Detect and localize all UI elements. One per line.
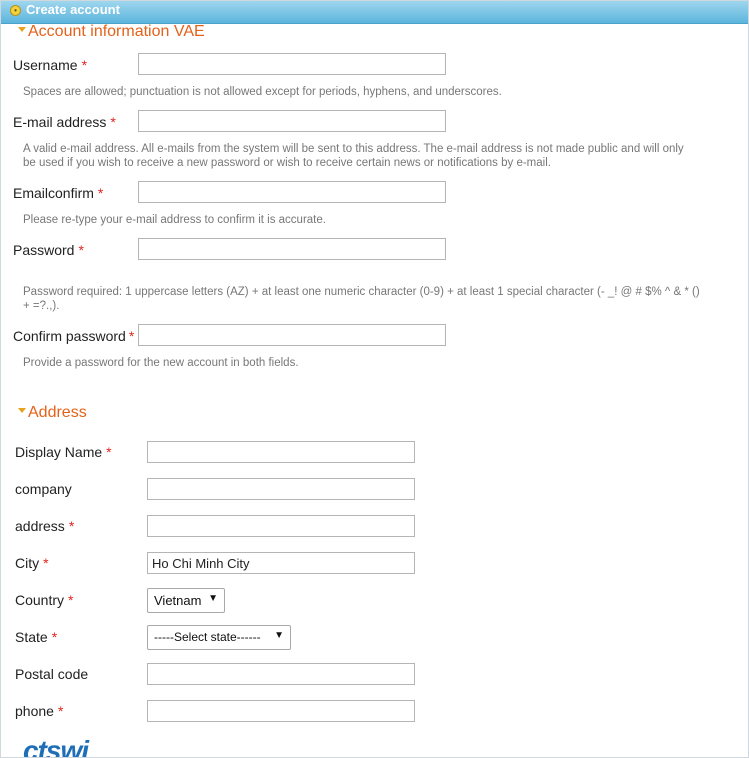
state-selected-value: -----Select state------: [154, 630, 261, 644]
create-account-panel: • Create account Account information VAE…: [0, 0, 749, 758]
password-help-line1: Password required: 1 uppercase letters (…: [23, 286, 700, 298]
address-legend-text: Address: [28, 404, 87, 421]
email-confirm-label: Emailconfirm *: [13, 185, 104, 201]
email-confirm-help: Please re-type your e-mail address to co…: [23, 214, 326, 226]
confirm-password-help: Provide a password for the new account i…: [23, 357, 299, 369]
address-section-legend[interactable]: Address: [18, 404, 87, 422]
display-name-input[interactable]: [147, 441, 415, 463]
triangle-down-icon: [18, 408, 26, 414]
username-help: Spaces are allowed; punctuation is not a…: [23, 86, 502, 98]
password-help-line2: + =?.,).: [23, 300, 60, 312]
address-label: address *: [15, 518, 75, 534]
country-select[interactable]: Vietnam ▼: [147, 588, 225, 613]
address-input[interactable]: [147, 515, 415, 537]
confirm-password-label: Confirm password *: [13, 328, 135, 344]
caret-down-icon: ▼: [274, 630, 284, 641]
account-legend-text: Account information VAE: [28, 23, 205, 40]
display-name-label: Display Name *: [15, 444, 112, 460]
email-help-line2: be used if you wish to receive a new pas…: [23, 157, 551, 169]
captcha-logo: ctswi: [23, 735, 89, 758]
state-select[interactable]: -----Select state------ ▼: [147, 625, 291, 650]
username-input[interactable]: [138, 53, 446, 75]
country-selected-value: Vietnam: [154, 593, 202, 608]
phone-label: phone *: [15, 703, 64, 719]
state-label: State *: [15, 629, 58, 645]
email-confirm-input[interactable]: [138, 181, 446, 203]
password-label: Password *: [13, 242, 84, 258]
password-input[interactable]: [138, 238, 446, 260]
phone-input[interactable]: [147, 700, 415, 722]
postal-code-label: Postal code: [15, 666, 89, 682]
title-bar: • Create account: [1, 1, 748, 24]
company-input[interactable]: [147, 478, 415, 500]
window-title: Create account: [26, 2, 120, 17]
city-input[interactable]: [147, 552, 415, 574]
country-label: Country *: [15, 592, 74, 608]
city-label: City *: [15, 555, 49, 571]
username-label: Username *: [13, 57, 88, 73]
confirm-password-input[interactable]: [138, 324, 446, 346]
email-input[interactable]: [138, 110, 446, 132]
email-label: E-mail address *: [13, 114, 116, 130]
info-circle-icon: •: [10, 5, 21, 16]
postal-code-input[interactable]: [147, 663, 415, 685]
account-section-legend[interactable]: Account information VAE: [18, 23, 205, 41]
caret-down-icon: ▼: [208, 593, 218, 604]
triangle-down-icon: [18, 27, 26, 33]
company-label: company: [15, 481, 72, 497]
